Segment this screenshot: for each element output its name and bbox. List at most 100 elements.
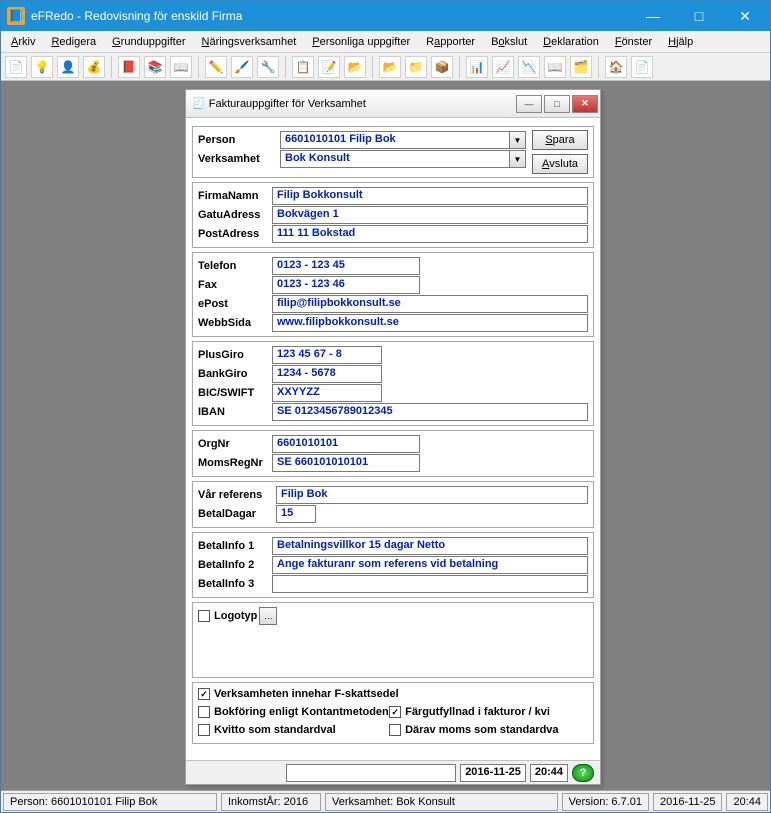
toolbar-btn-3[interactable]: 👤 [57,56,79,78]
toolbar-btn-20[interactable]: 📖 [544,56,566,78]
bicswift-field[interactable]: XXYYZZ [272,384,382,402]
dialog-body: Person 6601010101 Filip Bok ▼ Verksamhet… [186,118,600,760]
gatuadress-field[interactable]: Bokvägen 1 [272,206,588,224]
toolbar-btn-14[interactable]: 📂 [379,56,401,78]
label-betaldagar: BetalDagar [198,508,276,520]
iban-field[interactable]: SE 0123456789012345 [272,403,588,421]
toolbar-btn-6[interactable]: 📚 [144,56,166,78]
title-bar: 📘 eFRedo - Redovisning för enskild Firma… [1,1,770,31]
fax-field[interactable]: 0123 - 123 46 [272,276,420,294]
status-verksamhet: Verksamhet: Bok Konsult [325,793,558,811]
toolbar-btn-8[interactable]: ✏️ [205,56,227,78]
dialog-status-empty [286,764,456,782]
toolbar-btn-4[interactable]: 💰 [83,56,105,78]
dialog-window: 🧾 Fakturauppgifter för Verksamhet — □ ✕ … [185,89,601,785]
toolbar-btn-17[interactable]: 📊 [466,56,488,78]
logotyp-browse-button[interactable]: … [259,607,277,625]
label-logotyp: Logotyp [214,610,257,622]
toolbar-btn-16[interactable]: 📦 [431,56,453,78]
menu-fonster[interactable]: Fönster [609,34,658,50]
close-button[interactable]: ✕ [722,1,768,31]
epost-field[interactable]: filip@filipbokkonsult.se [272,295,588,313]
momsregnr-field[interactable]: SE 660101010101 [272,454,420,472]
label-webbsida: WebbSida [198,317,272,329]
toolbar-btn-2[interactable]: 💡 [31,56,53,78]
varreferens-field[interactable]: Filip Bok [276,486,588,504]
avsluta-button[interactable]: Avsluta [532,154,588,174]
menu-deklaration[interactable]: Deklaration [537,34,605,50]
toolbar-btn-1[interactable]: 📄 [5,56,27,78]
toolbar-btn-18[interactable]: 📈 [492,56,514,78]
label-fax: Fax [198,279,272,291]
chevron-down-icon[interactable]: ▼ [510,131,526,149]
help-button[interactable]: ? [572,764,594,782]
betalinfo1-field[interactable]: Betalningsvillkor 15 dagar Netto [272,537,588,555]
bankgiro-field[interactable]: 1234 - 5678 [272,365,382,383]
telefon-field[interactable]: 0123 - 123 45 [272,257,420,275]
status-time: 20:44 [726,793,768,811]
dialog-close-button[interactable]: ✕ [572,95,598,113]
verksamhet-combo[interactable]: Bok Konsult ▼ [280,150,526,168]
maximize-button[interactable]: □ [676,1,722,31]
toolbar-btn-21[interactable]: 🗂️ [570,56,592,78]
firmanamn-field[interactable]: Filip Bokkonsult [272,187,588,205]
plusgiro-field[interactable]: 123 45 67 - 8 [272,346,382,364]
webbsida-field[interactable]: www.filipbokkonsult.se [272,314,588,332]
check-kvitto[interactable]: Kvitto som standardval [198,722,389,738]
dialog-statusbar: 2016-11-25 20:44 ? [186,760,600,784]
toolbar-btn-10[interactable]: 🔧 [257,56,279,78]
toolbar-btn-5[interactable]: 📕 [118,56,140,78]
toolbar-btn-11[interactable]: 📋 [292,56,314,78]
verksamhet-value[interactable]: Bok Konsult [280,150,510,168]
person-value[interactable]: 6601010101 Filip Bok [280,131,510,149]
label-betalinfo3: BetalInfo 3 [198,578,272,590]
toolbar: 📄 💡 👤 💰 📕 📚 📖 ✏️ 🖌️ 🔧 📋 📝 📂 📂 📁 📦 📊 📈 📉 … [1,53,770,81]
toolbar-btn-7[interactable]: 📖 [170,56,192,78]
orgnr-field[interactable]: 6601010101 [272,435,420,453]
label-telefon: Telefon [198,260,272,272]
chevron-down-icon[interactable]: ▼ [510,150,526,168]
dialog-minimize-button[interactable]: — [516,95,542,113]
menu-arkiv[interactable]: Arkiv [5,34,41,50]
toolbar-btn-12[interactable]: 📝 [318,56,340,78]
app-icon: 📘 [7,7,25,25]
label-iban: IBAN [198,406,272,418]
betaldagar-field[interactable]: 15 [276,505,316,523]
logotyp-checkbox[interactable]: Logotyp [198,608,257,624]
spara-button[interactable]: Spara [532,130,588,150]
betalinfo2-field[interactable]: Ange fakturanr som referens vid betalnin… [272,556,588,574]
check-farg[interactable]: ✓Färgutfyllnad i fakturor / kvi [389,704,580,720]
toolbar-btn-13[interactable]: 📂 [344,56,366,78]
check-kontant[interactable]: Bokföring enligt Kontantmetoden [198,704,389,720]
betalinfo3-field[interactable] [272,575,588,593]
toolbar-btn-9[interactable]: 🖌️ [231,56,253,78]
minimize-button[interactable]: — [630,1,676,31]
label-bicswift: BIC/SWIFT [198,387,272,399]
menu-personliga[interactable]: Personliga uppgifter [306,34,416,50]
status-year: InkomstÅr: 2016 [221,793,321,811]
menu-redigera[interactable]: Redigera [45,34,102,50]
menu-naringsverksamhet[interactable]: Näringsverksamhet [196,34,303,50]
label-firmanamn: FirmaNamn [198,190,272,202]
label-epost: ePost [198,298,272,310]
postadress-field[interactable]: 111 11 Bokstad [272,225,588,243]
menu-hjalp[interactable]: Hjälp [662,34,699,50]
check-fskatt[interactable]: ✓Verksamheten innehar F-skattsedel [198,686,588,702]
toolbar-btn-19[interactable]: 📉 [518,56,540,78]
check-moms[interactable]: Därav moms som standardva [389,722,580,738]
menu-rapporter[interactable]: Rapporter [420,34,481,50]
menu-grunduppgifter[interactable]: Grunduppgifter [106,34,191,50]
label-betalinfo2: BetalInfo 2 [198,559,272,571]
label-varreferens: Vår referens [198,489,276,501]
dialog-title: Fakturauppgifter för Verksamhet [209,98,514,110]
toolbar-btn-15[interactable]: 📁 [405,56,427,78]
person-combo[interactable]: 6601010101 Filip Bok ▼ [280,131,526,149]
toolbar-btn-22[interactable]: 🏠 [605,56,627,78]
label-verksamhet: Verksamhet [198,153,280,165]
toolbar-btn-23[interactable]: 📄 [631,56,653,78]
dialog-status-date: 2016-11-25 [460,764,526,782]
menu-bokslut[interactable]: Bokslut [485,34,533,50]
dialog-maximize-button[interactable]: □ [544,95,570,113]
status-version: Version: 6.7.01 [562,793,649,811]
status-date: 2016-11-25 [653,793,722,811]
